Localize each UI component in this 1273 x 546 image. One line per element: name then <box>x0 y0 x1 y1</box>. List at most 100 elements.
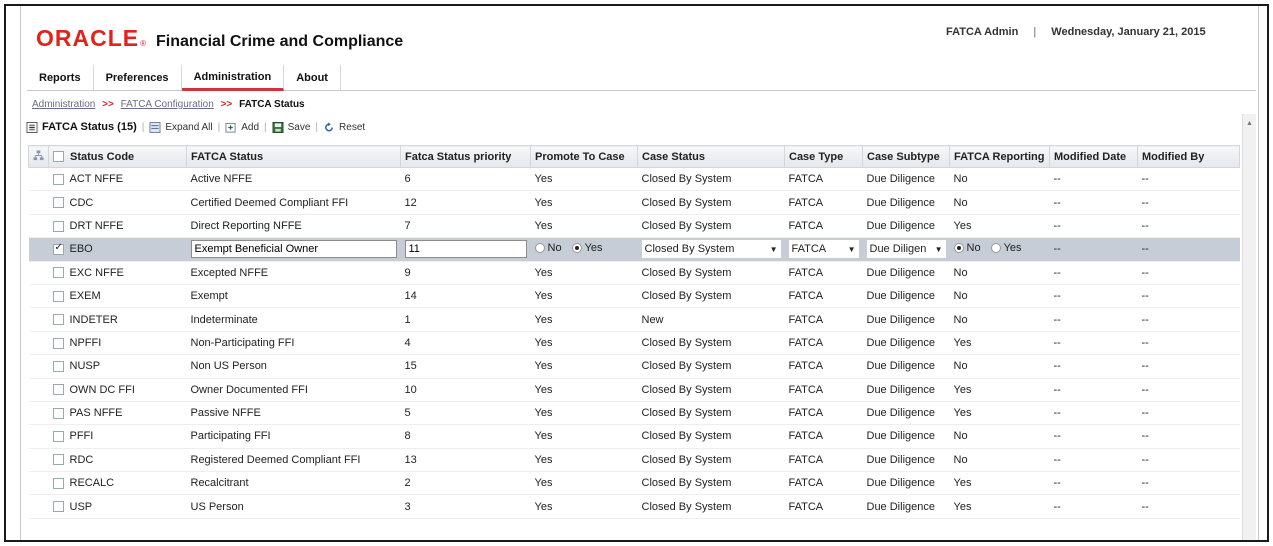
fatca-status-cell[interactable]: Certified Deemed Compliant FFI <box>186 190 401 215</box>
row-checkbox[interactable] <box>52 431 64 443</box>
col-case-subtype[interactable]: Case Subtype <box>862 145 950 168</box>
promote-to-case-cell[interactable]: Yes <box>530 167 638 192</box>
expand-all-button[interactable]: Expand All <box>149 121 213 133</box>
fatca-status-cell[interactable]: Owner Documented FFI <box>186 378 401 402</box>
promote-to-case-cell[interactable]: Yes <box>530 190 638 215</box>
col-promote-to-case[interactable]: Promote To Case <box>530 145 638 168</box>
table-row[interactable]: OWN DC FFI Owner Documented FFI 10 Yes Close… <box>28 378 1240 402</box>
tab-reports[interactable]: Reports <box>27 65 94 91</box>
case-status-cell[interactable]: Closed By System <box>637 214 785 239</box>
fatca-status-cell[interactable]: Non US Person <box>186 354 401 379</box>
dropdown-arrow-icon[interactable]: ▼ <box>770 245 778 254</box>
case-type-cell[interactable]: FATCA <box>784 354 863 379</box>
promote-to-case-cell[interactable]: Yes <box>530 378 638 402</box>
table-row[interactable]: NUSP Non US Person 15 Yes Closed By System FA… <box>28 354 1240 379</box>
fatca-status-cell[interactable]: Indeterminate <box>186 307 401 332</box>
promote-to-case-cell[interactable]: Yes <box>530 284 638 309</box>
radio-button[interactable] <box>571 243 582 254</box>
priority-cell[interactable]: 13 <box>400 448 531 473</box>
fatca-reporting-cell[interactable]: Yes <box>949 494 1050 519</box>
case-subtype-cell[interactable]: Due Diligence <box>862 284 950 309</box>
fatca-reporting-cell[interactable]: Yes <box>949 378 1050 402</box>
promote-to-case-cell[interactable]: Yes <box>530 354 638 379</box>
promote-to-case-cell[interactable]: Yes <box>530 307 638 332</box>
priority-cell[interactable]: 12 <box>400 190 531 215</box>
reporting-no-radio[interactable]: No <box>953 242 981 254</box>
status-code-cell[interactable]: INDETER <box>48 307 187 332</box>
row-checkbox[interactable] <box>52 337 64 349</box>
tab-administration[interactable]: Administration <box>181 65 285 91</box>
table-row[interactable]: PAS NFFE Passive NFFE 5 Yes Closed By System… <box>28 401 1240 426</box>
case-type-cell[interactable]: FATCA <box>784 378 863 402</box>
table-row[interactable]: DRT NFFE Direct Reporting NFFE 7 Yes Closed … <box>28 214 1240 239</box>
fatca-reporting-cell[interactable]: No <box>949 307 1050 332</box>
status-code-cell[interactable]: NPFFI <box>48 331 187 356</box>
priority-cell[interactable]: 10 <box>400 378 531 402</box>
case-status-cell[interactable]: Closed By System <box>637 284 785 309</box>
dropdown-arrow-icon[interactable]: ▼ <box>935 245 943 254</box>
case-type-cell[interactable]: FATCA <box>784 284 863 309</box>
status-code-cell[interactable]: RDC <box>48 448 187 473</box>
case-subtype-cell[interactable]: Due Diligence <box>862 494 950 519</box>
col-case-type[interactable]: Case Type <box>784 145 863 168</box>
fatca-reporting-cell[interactable]: Yes <box>949 331 1050 356</box>
fatca-status-cell[interactable]: Exempt <box>186 284 401 309</box>
promote-to-case-cell[interactable]: No Yes <box>530 237 638 262</box>
case-type-cell[interactable]: FATCA <box>784 424 863 449</box>
tab-preferences[interactable]: Preferences <box>94 65 182 91</box>
status-code-cell[interactable]: NUSP <box>48 354 187 379</box>
status-code-cell[interactable]: OWN DC FFI <box>48 378 187 402</box>
row-checkbox[interactable] <box>52 407 64 419</box>
col-fatca-reporting[interactable]: FATCA Reporting <box>949 145 1050 168</box>
row-checkbox[interactable] <box>52 290 64 302</box>
case-type-select[interactable]: FATCA ▼ <box>788 240 859 259</box>
status-code-cell[interactable]: PFFI <box>48 424 187 449</box>
promote-to-case-cell[interactable]: Yes <box>530 471 638 496</box>
reporting-yes-radio[interactable]: Yes <box>990 242 1022 254</box>
row-checkbox[interactable] <box>52 454 64 466</box>
fatca-status-cell[interactable]: Direct Reporting NFFE <box>186 214 401 239</box>
fatca-reporting-cell[interactable]: Yes <box>949 471 1050 496</box>
row-checkbox[interactable] <box>52 197 64 209</box>
radio-button[interactable] <box>953 243 964 254</box>
priority-input[interactable] <box>404 240 527 259</box>
status-code-cell[interactable]: RECALC <box>48 471 187 496</box>
promote-to-case-cell[interactable]: Yes <box>530 401 638 426</box>
case-type-cell[interactable]: FATCA ▼ <box>784 237 863 262</box>
status-code-cell[interactable]: DRT NFFE <box>48 214 187 239</box>
case-subtype-cell[interactable]: Due Diligence <box>862 307 950 332</box>
fatca-reporting-cell[interactable]: Yes <box>949 214 1050 239</box>
table-row[interactable]: USP US Person 3 Yes Closed By System FATCA Due… <box>28 494 1240 519</box>
case-subtype-cell[interactable]: Due Diligence <box>862 261 950 285</box>
row-checkbox[interactable] <box>52 501 64 513</box>
fatca-status-cell[interactable]: Participating FFI <box>186 424 401 449</box>
case-status-cell[interactable]: Closed By System <box>637 190 785 215</box>
collapse-icon[interactable] <box>26 121 38 133</box>
col-case-status[interactable]: Case Status <box>637 145 785 168</box>
case-subtype-cell[interactable]: Due Diligen ▼ <box>862 237 950 262</box>
case-status-cell[interactable]: Closed By System <box>637 331 785 356</box>
status-code-cell[interactable]: ACT NFFE <box>48 167 187 192</box>
case-subtype-cell[interactable]: Due Diligence <box>862 401 950 426</box>
case-type-cell[interactable]: FATCA <box>784 214 863 239</box>
promote-to-case-cell[interactable]: Yes <box>530 448 638 473</box>
fatca-reporting-cell[interactable]: No <box>949 284 1050 309</box>
fatca-status-cell[interactable]: Active NFFE <box>186 167 401 192</box>
case-status-cell[interactable]: Closed By System <box>637 424 785 449</box>
case-status-cell[interactable]: Closed By System <box>637 378 785 402</box>
fatca-status-cell[interactable]: Registered Deemed Compliant FFI <box>186 448 401 473</box>
save-button[interactable]: Save <box>272 121 310 133</box>
fatca-reporting-cell[interactable]: No <box>949 190 1050 215</box>
promote-to-case-cell[interactable]: Yes <box>530 494 638 519</box>
promote-no-radio[interactable]: No <box>534 242 562 254</box>
case-status-select[interactable]: Closed By System ▼ <box>641 240 781 259</box>
table-row[interactable]: INDETER Indeterminate 1 Yes New FATCA Due Dili… <box>28 307 1240 332</box>
case-status-cell[interactable]: Closed By System ▼ <box>637 237 785 262</box>
status-code-cell[interactable]: USP <box>48 494 187 519</box>
vertical-scrollbar[interactable]: ▲ <box>1242 114 1256 540</box>
priority-cell[interactable]: 7 <box>400 214 531 239</box>
case-subtype-cell[interactable]: Due Diligence <box>862 424 950 449</box>
case-subtype-cell[interactable]: Due Diligence <box>862 448 950 473</box>
table-row[interactable]: EBONoYesClosed By System▼FATCA▼Due Dilig… <box>28 237 1240 262</box>
priority-cell[interactable]: 5 <box>400 401 531 426</box>
